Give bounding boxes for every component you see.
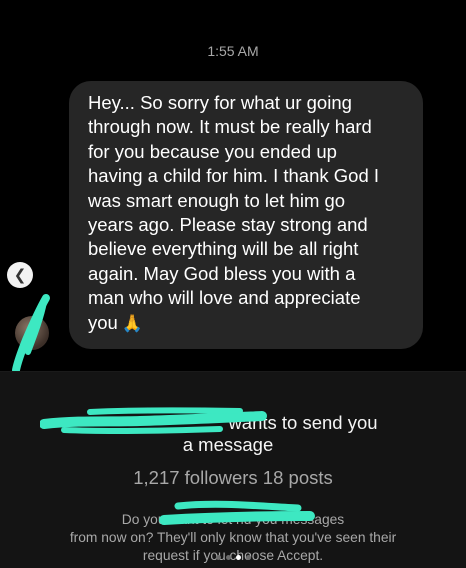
praying-hands-icon: 🙏	[121, 313, 143, 333]
carousel-dot	[245, 555, 251, 560]
redaction-scribble	[159, 500, 315, 525]
timestamp: 1:55 AM	[207, 43, 259, 59]
message-bubble[interactable]: Hey... So sorry for what ur going throug…	[69, 81, 423, 349]
sender-stats: 1,217 followers 18 posts	[133, 467, 333, 488]
carousel-dot	[225, 555, 231, 560]
carousel-dot	[215, 555, 221, 560]
nav-back-button[interactable]: ❮	[7, 262, 33, 288]
redaction-scribble	[40, 407, 267, 435]
message-text: Hey... So sorry for what ur going throug…	[88, 92, 380, 333]
carousel-dot	[235, 555, 241, 560]
chevron-left-icon: ❮	[13, 267, 27, 284]
carousel-dots	[0, 555, 466, 560]
redaction-scribble	[12, 294, 50, 374]
